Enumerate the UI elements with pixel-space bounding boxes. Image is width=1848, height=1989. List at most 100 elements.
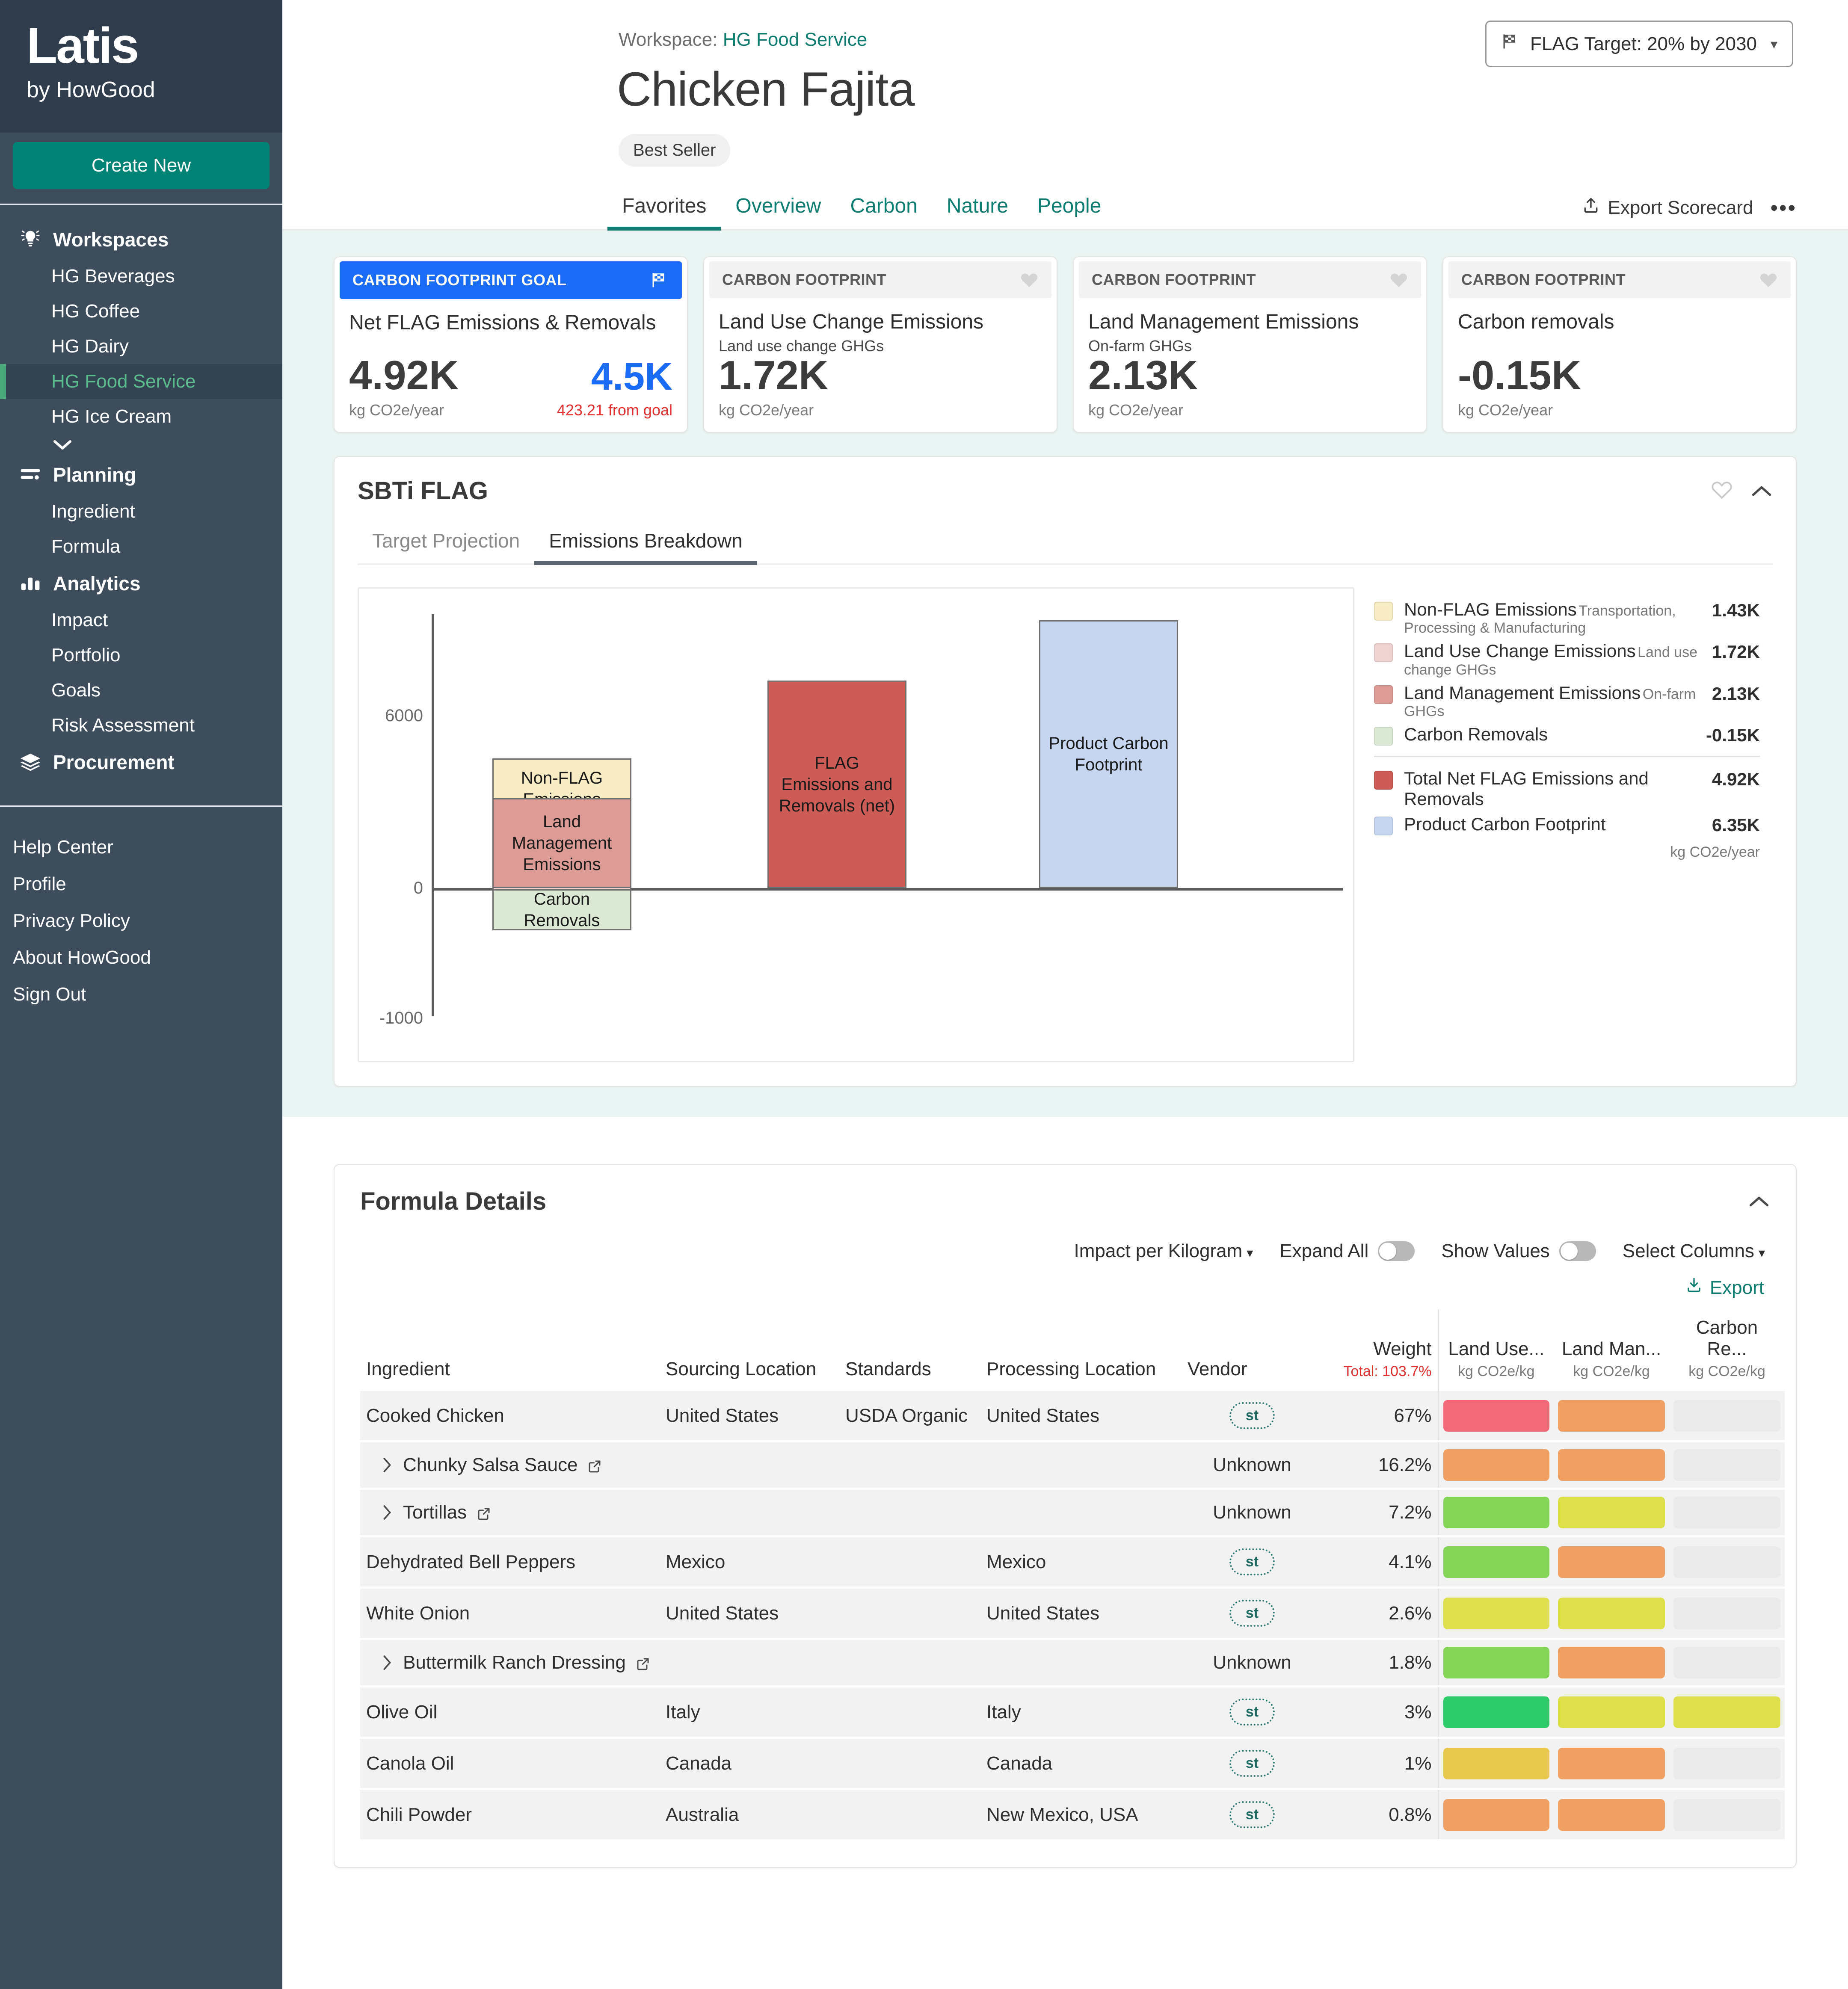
table-row[interactable]: Buttermilk Ranch Dressing Unknown 1.8%: [360, 1639, 1785, 1688]
sidebar-item-hg-ice-cream[interactable]: HG Ice Cream: [0, 399, 282, 434]
table-header: Ingredient Sourcing Location Standards P…: [360, 1309, 1785, 1391]
sidebar-group-analytics[interactable]: Analytics: [0, 564, 282, 603]
vendor-chip[interactable]: st: [1229, 1699, 1275, 1726]
table-row[interactable]: Cooked Chicken United States USDA Organi…: [360, 1391, 1785, 1443]
footer-link-sign-out[interactable]: Sign Out: [13, 976, 282, 1013]
kpi-values: -0.15K kg CO2e/year: [1458, 355, 1781, 419]
chevron-up-icon[interactable]: [1748, 1194, 1770, 1209]
sidebar-nav: Workspaces HG Beverages HG Coffee HG Dai…: [0, 205, 282, 793]
col-standards[interactable]: Standards: [839, 1309, 980, 1391]
impact-swatch: [1443, 1747, 1549, 1779]
chevron-right-icon[interactable]: [381, 1456, 394, 1474]
app-root: Latis by HowGood Create New Workspaces H…: [0, 0, 1848, 1989]
col-ingredient[interactable]: Ingredient: [360, 1309, 660, 1391]
cell-standards: [839, 1686, 980, 1739]
tab-carbon[interactable]: Carbon: [835, 194, 932, 229]
heart-icon[interactable]: [1389, 271, 1408, 288]
col-carbon-removals[interactable]: Carbon Re... kg CO2e/kg: [1669, 1309, 1785, 1391]
ingredient-name: Olive Oil: [366, 1701, 438, 1723]
chevron-right-icon[interactable]: [381, 1504, 394, 1521]
sidebar-item-portfolio[interactable]: Portfolio: [0, 638, 282, 673]
kpi-card-land-use-change-emissions[interactable]: CARBON FOOTPRINT Land Use Change Emissio…: [703, 256, 1057, 433]
favorites-section: CARBON FOOTPRINT GOAL Net FLAG Emissions…: [282, 231, 1848, 1117]
bar-product-carbon-footprint[interactable]: Product Carbon Footprint: [1039, 620, 1178, 888]
footer-link-about-howgood[interactable]: About HowGood: [13, 939, 282, 976]
breadcrumb-workspace-link[interactable]: HG Food Service: [723, 29, 867, 50]
table-row[interactable]: Canola Oil Canada Canada st 1%: [360, 1737, 1785, 1791]
bar-segment-carbon-removals[interactable]: Carbon Removals: [492, 889, 631, 931]
toggle-knob: [1560, 1243, 1578, 1260]
sidebar-item-formula[interactable]: Formula: [0, 529, 282, 564]
heart-icon[interactable]: [1711, 480, 1732, 502]
kpi-eyebrow-label: CARBON FOOTPRINT: [722, 271, 886, 288]
table-row[interactable]: Dehydrated Bell Peppers Mexico Mexico st…: [360, 1536, 1785, 1589]
kpi-card-net-flag-emissions[interactable]: CARBON FOOTPRINT GOAL Net FLAG Emissions…: [334, 256, 688, 433]
table-row[interactable]: Olive Oil Italy Italy st 3%: [360, 1686, 1785, 1739]
chevron-up-icon[interactable]: [1750, 484, 1773, 498]
sidebar-group-procurement[interactable]: Procurement: [0, 743, 282, 781]
expand-all-toggle[interactable]: [1378, 1241, 1415, 1261]
chart-tab-target-projection[interactable]: Target Projection: [358, 529, 534, 563]
vendor-chip[interactable]: st: [1229, 1402, 1275, 1430]
chevron-right-icon[interactable]: [381, 1654, 394, 1671]
external-link-icon[interactable]: [635, 1655, 651, 1670]
sidebar-group-planning[interactable]: Planning: [0, 456, 282, 494]
footer-link-profile[interactable]: Profile: [13, 866, 282, 903]
sidebar-item-impact[interactable]: Impact: [0, 603, 282, 638]
create-new-button[interactable]: Create New: [13, 142, 270, 189]
show-values-toggle[interactable]: [1559, 1241, 1596, 1261]
sidebar-item-hg-coffee[interactable]: HG Coffee: [0, 294, 282, 329]
cell-standards: [839, 1789, 980, 1842]
legend-swatch: [1374, 602, 1393, 621]
col-sourcing-location[interactable]: Sourcing Location: [660, 1309, 839, 1391]
table-row[interactable]: White Onion United States United States …: [360, 1587, 1785, 1640]
vendor-chip[interactable]: st: [1229, 1548, 1275, 1576]
footer-link-help-center[interactable]: Help Center: [13, 829, 282, 866]
more-menu-button[interactable]: •••: [1770, 195, 1797, 220]
vendor-chip[interactable]: st: [1229, 1600, 1275, 1627]
flag-target-dropdown[interactable]: FLAG Target: 20% by 2030 ▾: [1485, 21, 1793, 67]
bar-flag-emissions-and-removals-net[interactable]: FLAG Emissions and Removals (net): [767, 681, 906, 888]
bar-segment-land-management-emissions[interactable]: Land Management Emissions: [492, 798, 631, 888]
tab-overview[interactable]: Overview: [721, 194, 835, 229]
col-weight[interactable]: Weight Total: 103.7%: [1323, 1309, 1438, 1391]
table-row[interactable]: Chili Powder Australia New Mexico, USA s…: [360, 1789, 1785, 1842]
chart-tab-emissions-breakdown[interactable]: Emissions Breakdown: [534, 529, 757, 565]
legend-text: Land Management Emissions On-farm GHGs: [1404, 683, 1701, 720]
sidebar-item-goals[interactable]: Goals: [0, 673, 282, 708]
sidebar-group-workspaces[interactable]: Workspaces: [0, 220, 282, 259]
sidebar-item-hg-beverages[interactable]: HG Beverages: [0, 259, 282, 294]
vendor-chip[interactable]: st: [1229, 1801, 1275, 1829]
heart-icon[interactable]: [1759, 271, 1778, 288]
ingredient-name: Tortillas: [403, 1502, 467, 1523]
cell-ingredient: Dehydrated Bell Peppers: [360, 1536, 660, 1589]
impact-swatch: [1443, 1647, 1549, 1679]
tab-people[interactable]: People: [1023, 194, 1116, 229]
kpi-name: Land Use Change Emissions: [719, 311, 984, 333]
export-button[interactable]: Export: [1685, 1276, 1764, 1299]
sidebar-item-ingredient[interactable]: Ingredient: [0, 494, 282, 529]
col-land-management[interactable]: Land Man... kg CO2e/kg: [1554, 1309, 1669, 1391]
table-row[interactable]: Tortillas Unknown 7.2%: [360, 1489, 1785, 1538]
kpi-card-land-management-emissions[interactable]: CARBON FOOTPRINT Land Management Emissio…: [1073, 256, 1427, 433]
export-scorecard-button[interactable]: Export Scorecard: [1581, 196, 1753, 220]
tab-nature[interactable]: Nature: [932, 194, 1023, 229]
table-row[interactable]: Chunky Salsa Sauce Unknown 16.2%: [360, 1441, 1785, 1490]
tab-favorites[interactable]: Favorites: [607, 194, 721, 231]
external-link-icon[interactable]: [587, 1457, 602, 1473]
sidebar-workspaces-more-button[interactable]: [0, 434, 282, 456]
footer-link-privacy-policy[interactable]: Privacy Policy: [13, 903, 282, 939]
col-vendor[interactable]: Vendor: [1182, 1309, 1323, 1391]
select-columns-dropdown[interactable]: Select Columns ▾: [1623, 1240, 1765, 1262]
impact-per-kilogram-dropdown[interactable]: Impact per Kilogram ▾: [1074, 1240, 1253, 1262]
vendor-chip[interactable]: st: [1229, 1750, 1275, 1777]
col-processing-location[interactable]: Processing Location: [980, 1309, 1182, 1391]
sidebar-item-hg-dairy[interactable]: HG Dairy: [0, 329, 282, 364]
chevron-down-icon: ▾: [1758, 1246, 1765, 1261]
heart-icon[interactable]: [1020, 271, 1039, 288]
sidebar-item-hg-food-service[interactable]: HG Food Service: [0, 364, 282, 399]
external-link-icon[interactable]: [476, 1505, 492, 1520]
sidebar-item-risk-assessment[interactable]: Risk Assessment: [0, 708, 282, 743]
kpi-card-carbon-removals[interactable]: CARBON FOOTPRINT Carbon removals -0.15K: [1442, 256, 1797, 433]
col-land-use[interactable]: Land Use... kg CO2e/kg: [1437, 1309, 1554, 1391]
